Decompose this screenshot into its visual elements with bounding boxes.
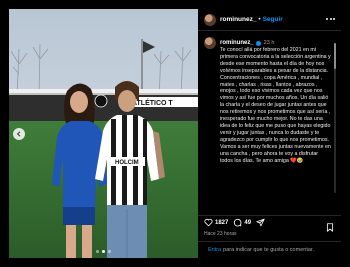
caption-avatar[interactable] bbox=[204, 37, 216, 49]
heart-icon bbox=[204, 218, 213, 227]
caption-text: Te conocí allá por febrero del 2021 en m… bbox=[220, 47, 331, 164]
follow-button[interactable]: Seguir bbox=[263, 16, 283, 23]
post-caption: rominunez_ 23 h Te conocí allá por febre… bbox=[204, 37, 332, 213]
post-header: rominunez_ • Seguir bbox=[198, 9, 341, 31]
author-avatar[interactable] bbox=[204, 13, 216, 26]
post-time-ago: Hace 23 horas bbox=[204, 231, 237, 237]
chevron-left-icon bbox=[16, 131, 21, 137]
caption-username[interactable]: rominunez_ bbox=[220, 40, 254, 46]
carousel-dot-active bbox=[102, 250, 105, 253]
comment-icon bbox=[234, 218, 242, 227]
comment-bar-text: para indicar que te gusta o comentar. bbox=[223, 247, 314, 253]
comment-bar: Entra para indicar que te gusta o coment… bbox=[198, 241, 341, 258]
likes-count: 1827 bbox=[215, 219, 229, 226]
post-actions: 1827 49 bbox=[198, 215, 341, 232]
share-icon bbox=[256, 218, 265, 227]
photo-illustration: ATLÉTICO T HOLCIM bbox=[9, 9, 198, 258]
post-photo[interactable]: ATLÉTICO T HOLCIM bbox=[9, 9, 198, 258]
comments-count: 49 bbox=[244, 219, 252, 226]
carousel-dot bbox=[96, 250, 99, 253]
like-button[interactable]: 1827 bbox=[204, 218, 228, 227]
share-button[interactable] bbox=[256, 218, 265, 227]
scrollbar-thumb[interactable] bbox=[334, 43, 336, 69]
more-options-icon[interactable] bbox=[326, 18, 335, 20]
caption-scrollbar[interactable] bbox=[334, 43, 336, 193]
author-username[interactable]: rominunez_ bbox=[220, 16, 256, 23]
post-modal-overlay: ATLÉTICO T HOLCIM rominunez_ • Seguir ro… bbox=[0, 0, 350, 267]
login-link[interactable]: Entra bbox=[208, 247, 221, 253]
header-separator: • bbox=[258, 16, 261, 23]
verified-badge-icon bbox=[255, 40, 261, 46]
bookmark-icon bbox=[326, 223, 334, 232]
caption-time: 23 h bbox=[263, 40, 275, 46]
jersey-sponsor: HOLCIM bbox=[115, 160, 139, 166]
previous-photo-button[interactable] bbox=[13, 128, 25, 140]
instagram-post: ATLÉTICO T HOLCIM rominunez_ • Seguir ro… bbox=[9, 9, 341, 258]
post-side-panel: rominunez_ • Seguir rominunez_ 23 h Te c… bbox=[198, 9, 341, 258]
comment-button[interactable]: 49 bbox=[233, 218, 251, 227]
carousel-dots bbox=[9, 250, 198, 253]
carousel-dot bbox=[108, 250, 111, 253]
save-button[interactable] bbox=[326, 219, 334, 237]
